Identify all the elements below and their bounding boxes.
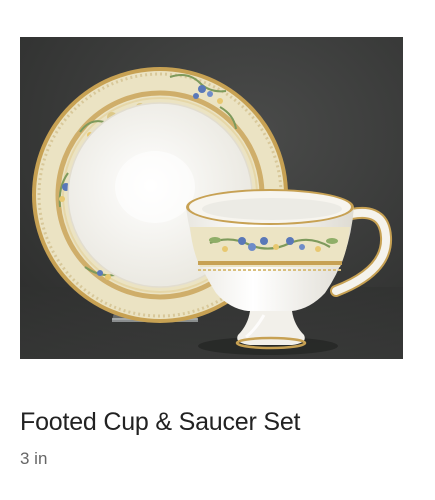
- product-image[interactable]: [20, 37, 403, 359]
- product-size: 3 in: [20, 449, 48, 468]
- product-card[interactable]: Footed Cup & Saucer Set 3 in: [0, 0, 435, 500]
- product-title[interactable]: Footed Cup & Saucer Set: [20, 408, 300, 437]
